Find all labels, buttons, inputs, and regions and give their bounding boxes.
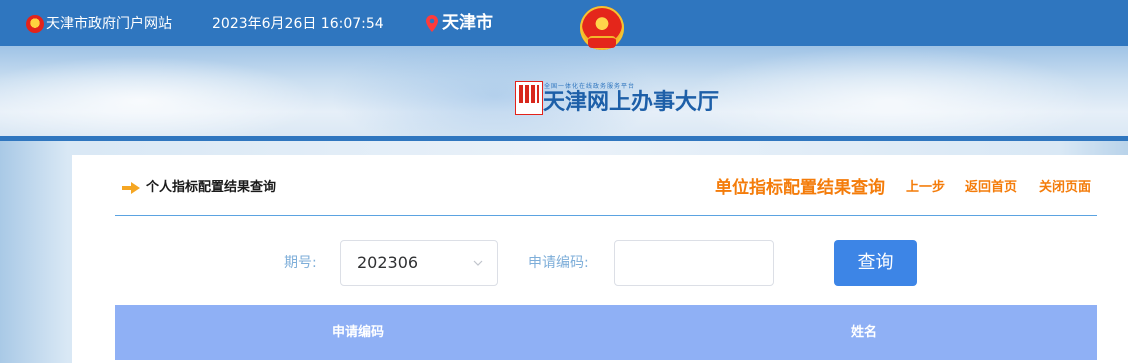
column-header-code: 申请编码 xyxy=(332,325,385,340)
unit-query-link[interactable]: 单位指标配置结果查询 xyxy=(715,176,885,200)
period-select[interactable]: 202306 xyxy=(340,240,498,286)
close-page-link[interactable]: 关闭页面 xyxy=(1039,179,1091,197)
code-input[interactable] xyxy=(614,240,774,286)
prev-step-link[interactable]: 上一步 xyxy=(906,179,945,197)
banner-cloud-right xyxy=(680,46,1100,140)
arrow-right-icon xyxy=(122,182,140,194)
site-name-link[interactable]: 天津市政府门户网站 xyxy=(46,14,172,34)
code-label: 申请编码: xyxy=(528,255,589,271)
national-emblem-large-icon xyxy=(580,6,624,50)
home-link[interactable]: 返回首页 xyxy=(965,179,1017,197)
current-datetime: 2023年6月26日 16:07:54 xyxy=(212,16,384,32)
column-header-name: 姓名 xyxy=(851,325,878,340)
query-button[interactable]: 查询 xyxy=(834,240,917,286)
chevron-down-icon xyxy=(473,260,483,266)
period-value: 202306 xyxy=(357,253,419,272)
page-title: 个人指标配置结果查询 xyxy=(146,180,277,195)
service-logo-icon xyxy=(515,81,543,115)
header-banner: 全国一体化在线政务服务平台 天津网上办事大厅 xyxy=(0,46,1128,140)
period-label: 期号: xyxy=(284,255,317,271)
title-divider xyxy=(115,215,1097,216)
national-emblem-icon xyxy=(26,15,44,33)
top-bar: 天津市政府门户网站 2023年6月26日 16:07:54 天津市 xyxy=(0,0,1128,46)
location-pin-icon xyxy=(426,15,438,32)
table-header: 申请编码 姓名 xyxy=(115,305,1097,360)
main-panel: 个人指标配置结果查询 单位指标配置结果查询 上一步 返回首页 关闭页面 期号: … xyxy=(72,155,1128,363)
city-selector[interactable]: 天津市 xyxy=(442,12,493,34)
banner-cloud-left xyxy=(0,56,320,140)
logo-title[interactable]: 天津网上办事大厅 xyxy=(543,89,719,117)
